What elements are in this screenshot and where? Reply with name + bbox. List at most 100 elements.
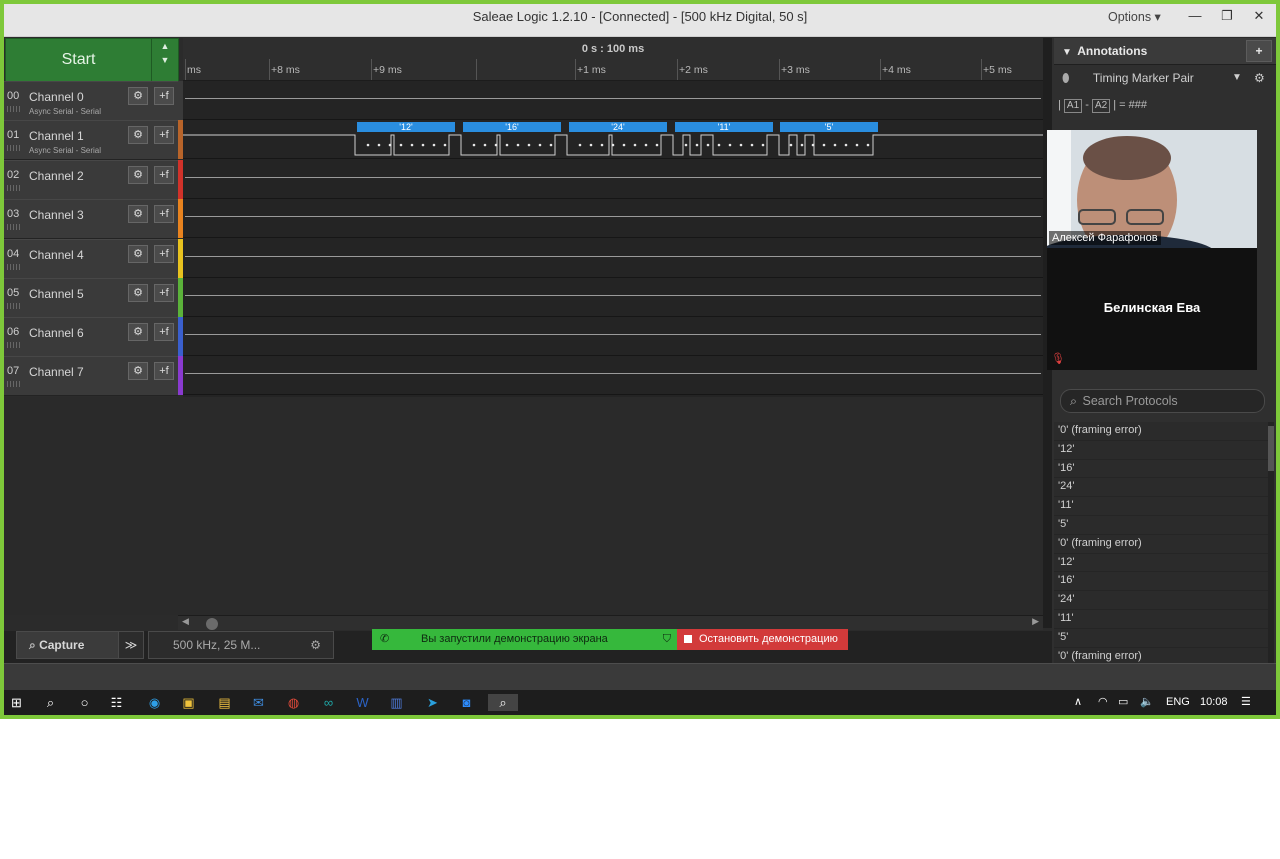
channel-row[interactable]: 06 Channel 6 ⚙ +f [4, 317, 178, 357]
channel-name[interactable]: Channel 6 [29, 326, 84, 340]
drag-handle-icon[interactable] [7, 303, 20, 309]
horizontal-scrollbar[interactable]: ◀ ▶ [178, 615, 1043, 630]
protocol-frame[interactable]: '24' [569, 122, 667, 132]
channel-row[interactable]: 05 Channel 5 ⚙ +f [4, 278, 178, 318]
clock[interactable]: 10:08 [1200, 690, 1228, 715]
protocol-frame[interactable]: '16' [463, 122, 561, 132]
decoded-item[interactable]: '0' (framing error) [1054, 422, 1268, 441]
decoded-item[interactable]: '5' [1054, 629, 1268, 648]
decoded-item[interactable]: '12' [1054, 441, 1268, 460]
windows-start-icon[interactable]: ⊞ [8, 694, 25, 711]
more-tabs-button[interactable]: ≫ [118, 631, 144, 659]
channel-row[interactable]: 00 Channel 0 Async Serial - Serial ⚙ +f [4, 81, 178, 121]
channel-row[interactable]: 03 Channel 3 ⚙ +f [4, 199, 178, 239]
timing-marker-row[interactable]: ⬮ Timing Marker Pair ▼ ⚙ [1054, 66, 1276, 90]
channel-name[interactable]: Channel 4 [29, 248, 84, 262]
gear-icon[interactable]: ⚙ [128, 362, 148, 380]
decoded-item[interactable]: '12' [1054, 554, 1268, 573]
channel-name[interactable]: Channel 7 [29, 365, 84, 379]
decoded-item[interactable]: '16' [1054, 460, 1268, 479]
drag-handle-icon[interactable] [7, 106, 20, 112]
protocol-frame[interactable]: '11' [675, 122, 773, 132]
edge-icon[interactable]: ◉ [146, 694, 163, 711]
gear-icon[interactable]: ⚙ [128, 284, 148, 302]
channel-row[interactable]: 07 Channel 7 ⚙ +f [4, 356, 178, 396]
decoded-list-scrollbar[interactable] [1268, 422, 1274, 663]
collapse-triangle-icon[interactable]: ▼ [1062, 47, 1072, 58]
channel-name[interactable]: Channel 1 [29, 129, 84, 143]
task-view-icon[interactable]: ☷ [108, 694, 125, 711]
saleae-logic-icon[interactable]: ⌕ [488, 694, 518, 711]
scroll-right-icon[interactable]: ▶ [1032, 616, 1039, 627]
add-analyzer-icon[interactable]: +f [154, 245, 174, 263]
minimize-button[interactable]: — [1180, 4, 1210, 28]
decoded-item[interactable]: '5' [1054, 516, 1268, 535]
scrollbar-thumb[interactable] [206, 618, 218, 630]
stop-share-button[interactable]: Остановить демонстрацию [677, 629, 848, 650]
gear-icon[interactable]: ⚙ [310, 632, 321, 658]
add-analyzer-icon[interactable]: +f [154, 205, 174, 223]
wifi-icon[interactable]: ◠ [1098, 690, 1108, 715]
arduino-icon[interactable]: ∞ [320, 694, 337, 711]
language-indicator[interactable]: ENG [1166, 690, 1190, 715]
battery-icon[interactable]: ▭ [1118, 690, 1128, 715]
mail-icon[interactable]: ✉ [250, 694, 267, 711]
gear-icon[interactable]: ⚙ [128, 323, 148, 341]
search-icon[interactable]: ⌕ [42, 694, 59, 711]
marker-a1[interactable]: A1 [1063, 99, 1083, 113]
start-options-toggle[interactable]: ▲ ▼ [151, 38, 179, 82]
search-protocols-field[interactable]: ⌕ Search Protocols [1060, 389, 1265, 413]
marker-a2[interactable]: A2 [1091, 99, 1111, 113]
add-analyzer-icon[interactable]: +f [154, 87, 174, 105]
annotations-header[interactable]: ▼ Annotations + [1054, 38, 1276, 65]
maximize-button[interactable]: ❐ [1212, 4, 1242, 28]
store-icon[interactable]: ▣ [180, 694, 197, 711]
options-menu[interactable]: Options ▾ [1108, 4, 1161, 30]
capture-tab[interactable]: ⌕ Capture [16, 631, 130, 659]
decoded-item[interactable]: '11' [1054, 610, 1268, 629]
gear-icon[interactable]: ⚙ [1254, 66, 1265, 90]
floppy-icon[interactable]: ▥ [388, 694, 405, 711]
gear-icon[interactable]: ⚙ [128, 126, 148, 144]
gear-icon[interactable]: ⚙ [128, 166, 148, 184]
close-button[interactable]: ✕ [1244, 4, 1274, 28]
add-analyzer-icon[interactable]: +f [154, 166, 174, 184]
drag-handle-icon[interactable] [7, 381, 20, 387]
decoded-item[interactable]: '24' [1054, 478, 1268, 498]
gear-icon[interactable]: ⚙ [128, 205, 148, 223]
decoded-item[interactable]: '16' [1054, 572, 1268, 592]
channel-name[interactable]: Channel 2 [29, 169, 84, 183]
decoded-item[interactable]: '24' [1054, 591, 1268, 610]
decoded-item[interactable]: '0' (framing error) [1054, 648, 1268, 663]
drag-handle-icon[interactable] [7, 185, 20, 191]
waveform-area[interactable] [183, 38, 1043, 397]
drag-handle-icon[interactable] [7, 264, 20, 270]
gear-icon[interactable]: ⚙ [128, 87, 148, 105]
channel-name[interactable]: Channel 5 [29, 287, 84, 301]
add-annotation-button[interactable]: + [1246, 40, 1272, 62]
drag-handle-icon[interactable] [7, 145, 20, 151]
cortana-icon[interactable]: ○ [76, 694, 93, 711]
decoded-protocol-list[interactable]: '0' (framing error) '12' '16' '24' '11' '5' '0… [1054, 422, 1268, 663]
start-button[interactable]: Start [5, 38, 152, 82]
drag-handle-icon[interactable] [7, 224, 20, 230]
channel-name[interactable]: Channel 3 [29, 208, 84, 222]
notifications-icon[interactable]: ☰ [1241, 690, 1251, 715]
channel-row[interactable]: 01 Channel 1 Async Serial - Serial ⚙ +f [4, 120, 178, 160]
protocol-frame[interactable]: '12' [357, 122, 455, 132]
decoded-item[interactable]: '11' [1054, 497, 1268, 516]
volume-icon[interactable]: 🔈 [1140, 690, 1154, 715]
chrome-icon[interactable]: ◍ [285, 694, 302, 711]
channel-row[interactable]: 02 Channel 2 ⚙ +f [4, 160, 178, 200]
telegram-icon[interactable]: ➤ [424, 694, 441, 711]
add-analyzer-icon[interactable]: +f [154, 323, 174, 341]
video-call-overlay[interactable]: Алексей Фарафонов Белинская Ева 🎙 [1047, 130, 1257, 370]
zoom-icon[interactable]: ◙ [458, 694, 475, 711]
file-explorer-icon[interactable]: ▤ [216, 694, 233, 711]
show-hidden-icons[interactable]: ∧ [1074, 690, 1082, 715]
sample-rate-tab[interactable]: 500 kHz, 25 M... ⚙ [148, 631, 334, 659]
word-icon[interactable]: W [354, 694, 371, 711]
channel-row[interactable]: 04 Channel 4 ⚙ +f [4, 239, 178, 279]
drag-handle-icon[interactable] [7, 342, 20, 348]
protocol-frame[interactable]: '5' [780, 122, 878, 132]
